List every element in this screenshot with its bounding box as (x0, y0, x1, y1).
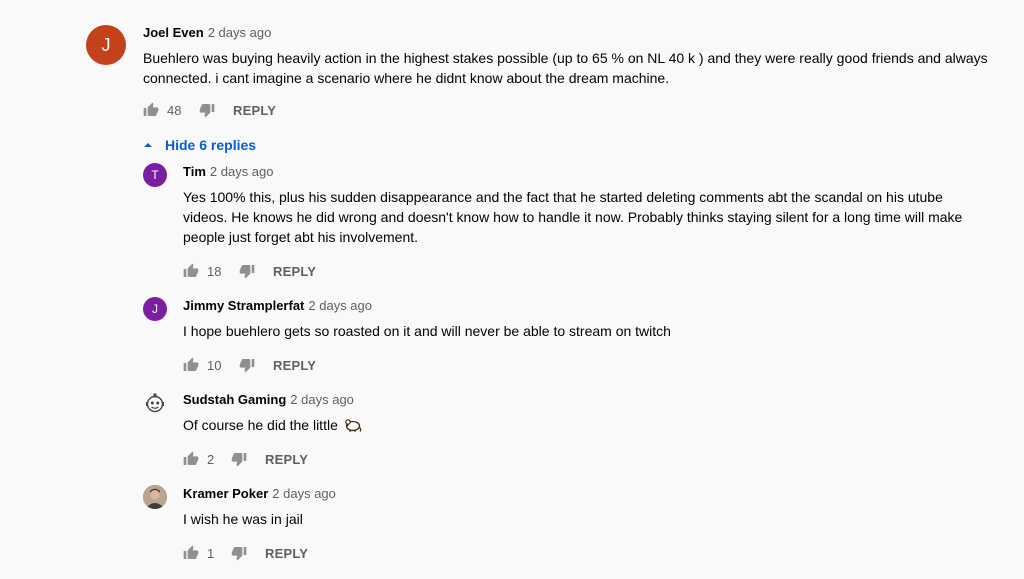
avatar[interactable]: T (143, 163, 167, 187)
comment: J Joel Even 2 days ago Buehlero was buyin… (86, 24, 1006, 122)
thumbs-down-icon[interactable] (239, 357, 255, 373)
comment-header: Joel Even 2 days ago (143, 24, 1006, 42)
avatar-letter: J (152, 302, 158, 316)
reply-body: Kramer Poker 2 days ago I wish he was in … (183, 485, 1006, 565)
robot-avatar-icon[interactable] (143, 391, 167, 415)
like-count: 2 (207, 451, 215, 467)
reply-actions: 18 REPLY (183, 259, 1006, 283)
comment-actions: 48 REPLY (143, 98, 1006, 122)
reply-text: Yes 100% this, plus his sudden disappear… (183, 189, 963, 245)
author-name[interactable]: Tim (183, 164, 206, 179)
reply-time[interactable]: 2 days ago (210, 164, 274, 179)
thumbs-down-icon[interactable] (239, 263, 255, 279)
author-name[interactable]: Sudstah Gaming (183, 392, 286, 407)
comment-time[interactable]: 2 days ago (208, 25, 272, 40)
like-count: 1 (207, 545, 215, 561)
author-name[interactable]: Joel Even (143, 25, 204, 40)
thumbs-down-icon[interactable] (231, 451, 247, 467)
reply-time[interactable]: 2 days ago (272, 486, 336, 501)
reply-item: Kramer Poker 2 days ago I wish he was in … (143, 485, 1006, 565)
thumbs-down-icon[interactable] (231, 545, 247, 561)
reply-button[interactable]: REPLY (265, 452, 308, 467)
thumbs-up-icon[interactable] (183, 263, 199, 279)
like-count: 10 (207, 357, 222, 373)
avatar-letter: T (151, 168, 159, 182)
comment-body: Joel Even 2 days ago Buehlero was buying … (143, 24, 1006, 122)
avatar-letter: J (101, 34, 111, 55)
avatar[interactable]: J (86, 25, 126, 65)
author-name[interactable]: Kramer Poker (183, 486, 268, 501)
reply-header: Tim 2 days ago (183, 163, 1006, 181)
reply-button[interactable]: REPLY (273, 264, 316, 279)
author-name[interactable]: Jimmy Stramplerfat (183, 298, 304, 313)
reply-text: I hope buehlero gets so roasted on it an… (183, 323, 671, 339)
reply-time[interactable]: 2 days ago (308, 298, 372, 313)
reply-button[interactable]: REPLY (273, 358, 316, 373)
rat-emoji-icon (343, 417, 363, 433)
like-count: 18 (207, 263, 222, 279)
hide-replies-button[interactable]: Hide 6 replies (143, 135, 1006, 155)
reply-time[interactable]: 2 days ago (290, 392, 354, 407)
reply-text: Of course he did the little (183, 417, 338, 433)
comment-thread: J Joel Even 2 days ago Buehlero was buyin… (86, 24, 1006, 579)
reply-item: J Jimmy Stramplerfat 2 days ago I hope bu… (143, 297, 1006, 377)
thumbs-up-icon[interactable] (183, 357, 199, 373)
reply-button[interactable]: REPLY (265, 546, 308, 561)
comment-text: Buehlero was buying heavily action in th… (143, 50, 988, 86)
replies-list: T Tim 2 days ago Yes 100% this, plus his … (143, 163, 1006, 565)
thumbs-up-icon[interactable] (183, 451, 199, 467)
reply-actions: 2 REPLY (183, 447, 1006, 471)
reply-header: Sudstah Gaming 2 days ago (183, 391, 1006, 409)
thumbs-up-icon[interactable] (183, 545, 199, 561)
reply-body: Tim 2 days ago Yes 100% this, plus his su… (183, 163, 1006, 283)
avatar[interactable]: J (143, 297, 167, 321)
thumbs-down-icon[interactable] (199, 102, 215, 118)
caret-up-icon (144, 143, 152, 147)
reply-item: T Tim 2 days ago Yes 100% this, plus his … (143, 163, 1006, 283)
reply-body: Jimmy Stramplerfat 2 days ago I hope bueh… (183, 297, 1006, 377)
reply-body: Sudstah Gaming 2 days ago Of course he di… (183, 391, 1006, 471)
reply-header: Kramer Poker 2 days ago (183, 485, 1006, 503)
like-count: 48 (167, 102, 182, 118)
reply-header: Jimmy Stramplerfat 2 days ago (183, 297, 1006, 315)
reply-text: I wish he was in jail (183, 511, 303, 527)
hide-replies-label: Hide 6 replies (165, 137, 257, 153)
thumbs-up-icon[interactable] (143, 102, 159, 118)
reply-text-row: Of course he did the little (183, 415, 1006, 435)
reply-button[interactable]: REPLY (233, 103, 276, 118)
reply-actions: 10 REPLY (183, 353, 1006, 377)
reply-item: Sudstah Gaming 2 days ago Of course he di… (143, 391, 1006, 471)
photo-avatar[interactable] (143, 485, 167, 509)
